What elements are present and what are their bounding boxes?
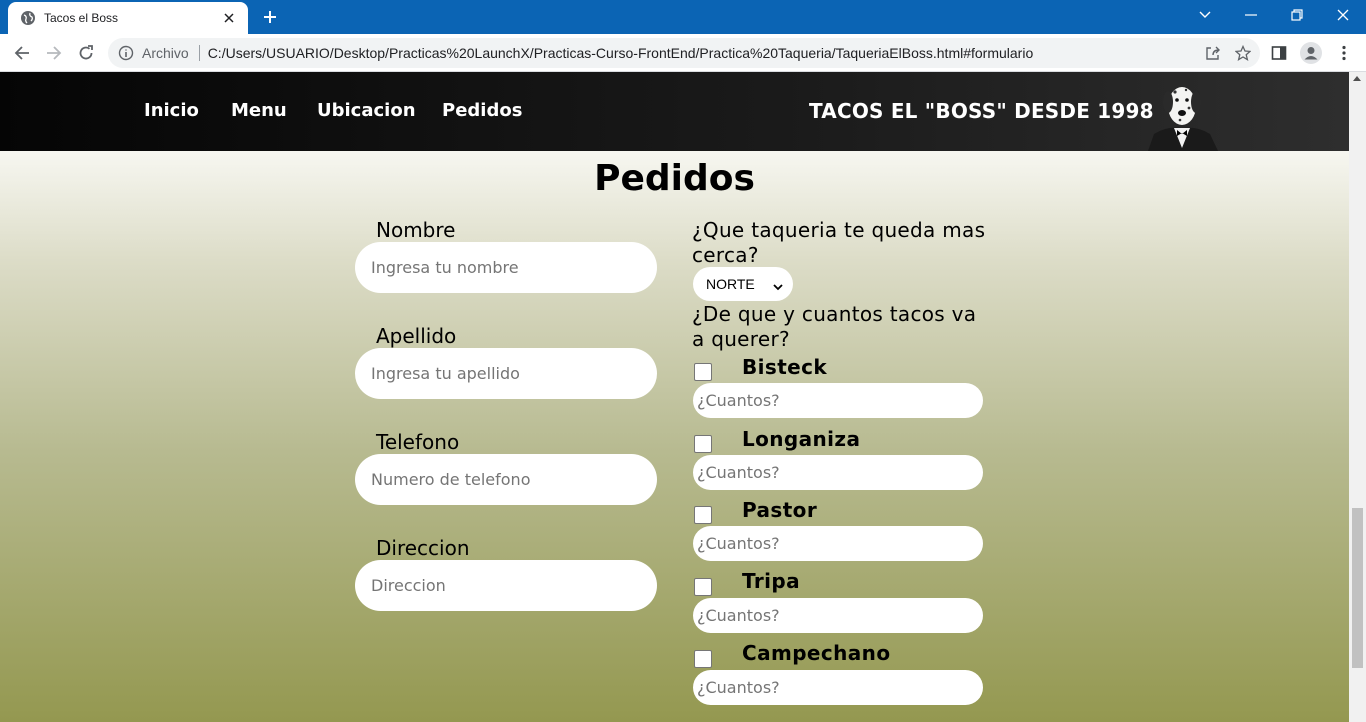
omnibox-divider [198, 45, 200, 61]
telefono-input[interactable] [355, 454, 657, 505]
address-bar[interactable]: Archivo C:/Users/USUARIO/Desktop/Practic… [108, 38, 1260, 68]
page-title: Pedidos [594, 158, 755, 199]
tripa-checkbox[interactable] [694, 578, 712, 596]
tab-title: Tacos el Boss [44, 11, 119, 25]
globe-icon [20, 10, 36, 26]
info-icon[interactable] [118, 45, 134, 61]
browser-tab[interactable]: Tacos el Boss [8, 2, 248, 34]
branch-select[interactable]: NORTE [693, 267, 793, 301]
browser-toolbar: Archivo C:/Users/USUARIO/Desktop/Practic… [0, 34, 1366, 72]
scroll-up-arrow-icon[interactable] [1353, 76, 1361, 81]
file-scheme-label: Archivo [142, 45, 189, 61]
close-tab-icon[interactable] [220, 9, 238, 27]
bisteck-quantity-input[interactable] [693, 383, 983, 418]
back-icon[interactable] [8, 39, 36, 67]
pastor-label: Pastor [742, 498, 818, 522]
branch-select-value: NORTE [706, 276, 755, 292]
tripa-label: Tripa [742, 569, 800, 593]
direccion-input[interactable] [355, 560, 657, 611]
brand-title: TACOS EL "BOSS" DESDE 1998 [809, 99, 1154, 123]
direccion-label: Direccion [376, 536, 470, 560]
new-tab-icon[interactable] [258, 6, 282, 28]
page-viewport: Inicio Menu Ubicacion Pedidos TACOS EL "… [0, 72, 1349, 722]
pastor-checkbox[interactable] [694, 506, 712, 524]
campechano-label: Campechano [742, 641, 891, 665]
tacos-question: ¿De que y cuantos tacos va a querer? [692, 302, 977, 351]
nombre-label: Nombre [376, 218, 456, 242]
campechano-checkbox[interactable] [694, 650, 712, 668]
nav-link-inicio[interactable]: Inicio [144, 100, 199, 121]
telefono-label: Telefono [376, 430, 460, 454]
longaniza-checkbox[interactable] [694, 435, 712, 453]
browser-titlebar: Tacos el Boss [0, 0, 1366, 34]
longaniza-label: Longaniza [742, 427, 861, 451]
close-window-icon[interactable] [1320, 0, 1366, 30]
branch-question: ¿Que taqueria te queda mas cerca? [692, 218, 986, 267]
tripa-quantity-input[interactable] [693, 598, 983, 633]
longaniza-quantity-input[interactable] [693, 455, 983, 490]
side-panel-icon[interactable] [1265, 39, 1293, 67]
nav-link-ubicacion[interactable]: Ubicacion [317, 100, 416, 121]
url-text[interactable]: C:/Users/USUARIO/Desktop/Practicas%20Lau… [208, 45, 1200, 61]
forward-icon[interactable] [40, 39, 68, 67]
share-icon[interactable] [1200, 40, 1226, 66]
profile-avatar-icon[interactable] [1297, 39, 1325, 67]
pastor-quantity-input[interactable] [693, 526, 983, 561]
apellido-label: Apellido [376, 324, 457, 348]
campechano-quantity-input[interactable] [693, 670, 983, 705]
nombre-input[interactable] [355, 242, 657, 293]
nav-link-pedidos[interactable]: Pedidos [442, 100, 522, 121]
tab-search-icon[interactable] [1182, 0, 1228, 30]
bisteck-label: Bisteck [742, 355, 828, 379]
reload-icon[interactable] [72, 39, 100, 67]
dalmatian-boss-logo [1140, 80, 1224, 151]
bookmark-star-icon[interactable] [1230, 40, 1256, 66]
menu-kebab-icon[interactable] [1330, 39, 1358, 67]
site-navbar: Inicio Menu Ubicacion Pedidos TACOS EL "… [0, 72, 1349, 151]
scrollbar-thumb[interactable] [1352, 508, 1363, 668]
page-scrollbar[interactable] [1349, 72, 1366, 722]
nav-link-menu[interactable]: Menu [231, 100, 287, 121]
restore-icon[interactable] [1274, 0, 1320, 30]
bisteck-checkbox[interactable] [694, 363, 712, 381]
apellido-input[interactable] [355, 348, 657, 399]
chevron-down-icon [773, 279, 783, 291]
minimize-icon[interactable] [1228, 0, 1274, 30]
